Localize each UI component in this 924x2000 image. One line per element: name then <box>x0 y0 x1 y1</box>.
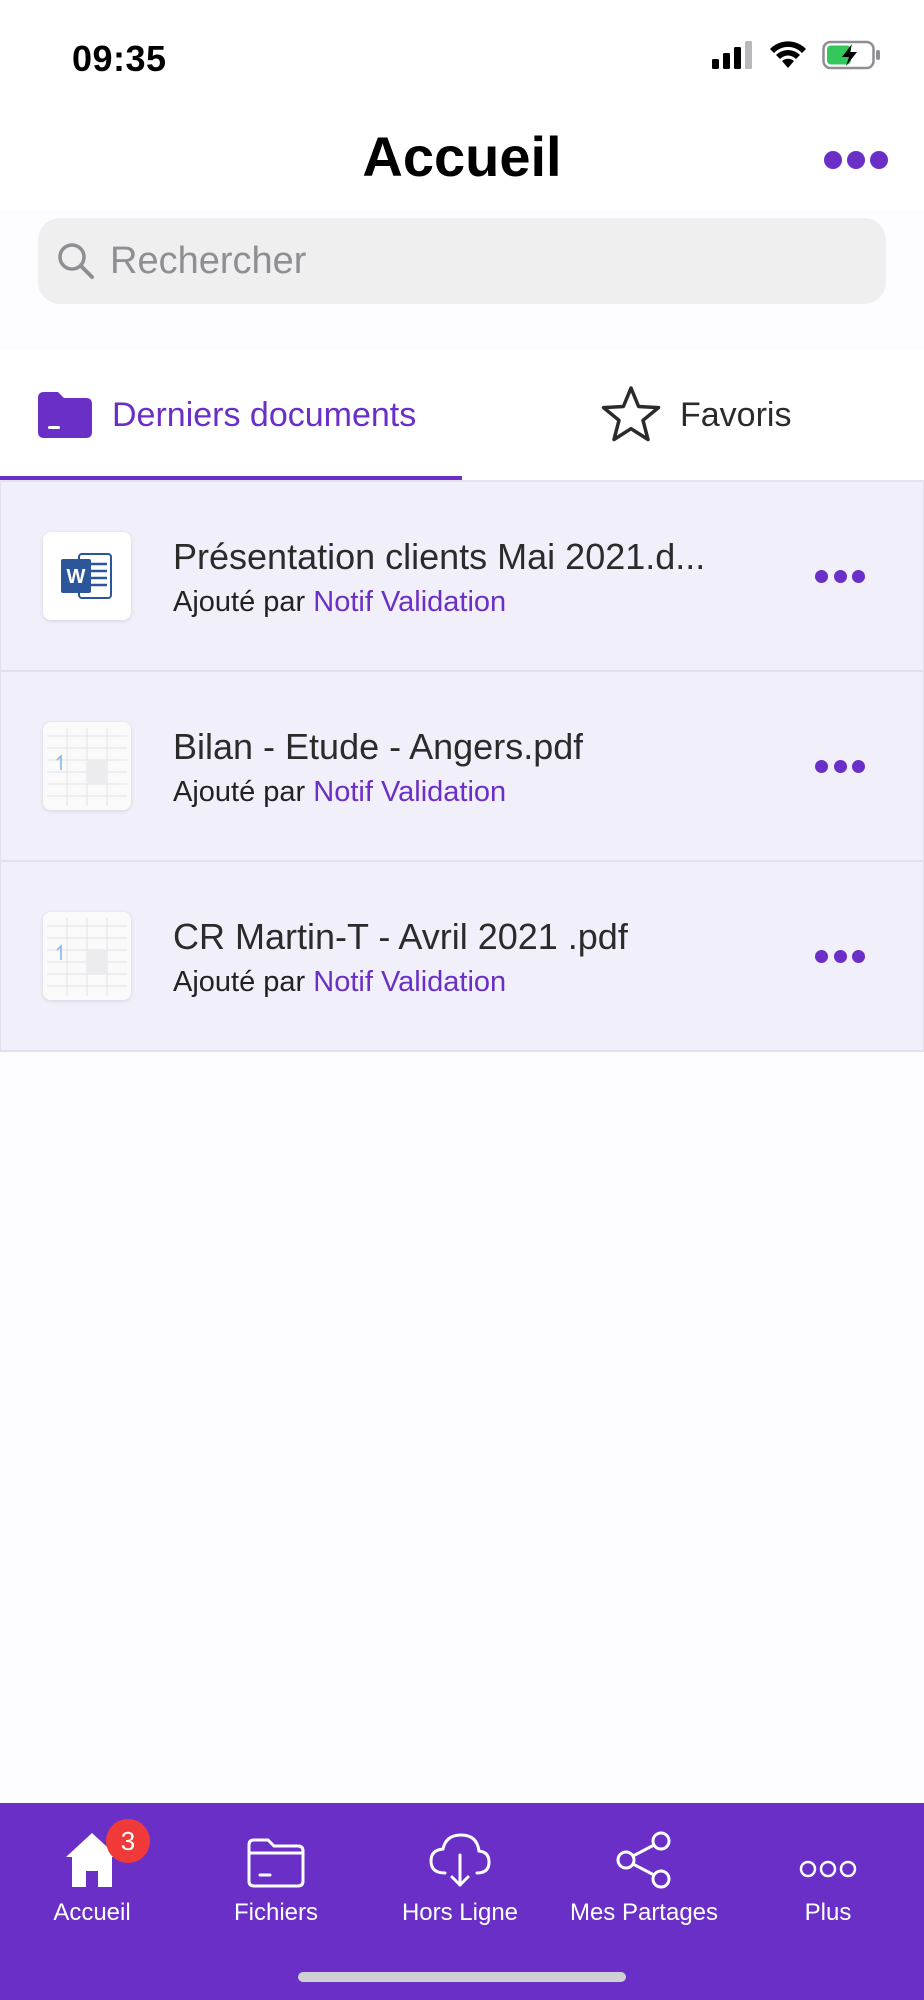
nav-item-accueil[interactable]: 3 Accueil <box>0 1819 184 1931</box>
document-title: CR Martin-T - Avril 2021 .pdf <box>173 916 628 957</box>
added-by-label: Ajouté par <box>173 776 306 808</box>
battery-charging-icon <box>822 40 880 70</box>
document-subtitle: Ajouté par Notif Validation <box>173 776 506 809</box>
search-icon <box>58 243 94 279</box>
wifi-icon <box>770 41 806 68</box>
page-title: Accueil <box>362 125 562 188</box>
search-bar[interactable] <box>38 218 886 304</box>
ellipsis-icon <box>815 569 828 583</box>
nav-item-plus[interactable]: Plus <box>736 1821 920 1931</box>
cloud-download-icon <box>429 1833 491 1887</box>
more-circles-icon <box>799 1860 857 1878</box>
document-more-button[interactable] <box>815 946 865 966</box>
nav-label: Hors Ligne <box>401 1899 519 1926</box>
nav-item-mes-partages[interactable]: Mes Partages <box>552 1821 736 1931</box>
document-more-button[interactable] <box>815 756 865 776</box>
folder-icon <box>38 392 92 438</box>
cellular-signal-icon <box>712 41 752 69</box>
pdf-thumbnail <box>43 722 131 810</box>
home-indicator <box>298 1972 626 1982</box>
star-icon <box>601 386 661 442</box>
tab-favorites-label: Favoris <box>680 395 792 434</box>
pdf-preview-icon <box>43 722 131 810</box>
svg-text:W: W <box>67 566 86 588</box>
status-time: 09:35 <box>72 38 167 79</box>
header: Accueil <box>0 110 924 210</box>
notification-badge: 3 <box>106 1819 150 1863</box>
share-icon <box>616 1831 671 1889</box>
ellipsis-icon <box>815 949 828 963</box>
document-row[interactable]: CR Martin-T - Avril 2021 .pdf Ajouté par… <box>0 862 924 1052</box>
pdf-preview-icon <box>43 912 131 1000</box>
status-icons <box>712 40 882 70</box>
ellipsis-icon <box>824 151 842 169</box>
nav-label: Mes Partages <box>569 1899 719 1926</box>
document-list: W Présentation clients Mai 2021.d... Ajo… <box>0 482 924 1052</box>
ellipsis-icon <box>815 759 828 773</box>
document-subtitle: Ajouté par Notif Validation <box>173 586 506 619</box>
document-title: Présentation clients Mai 2021.d... <box>173 536 706 577</box>
word-icon: W <box>61 553 112 599</box>
pdf-thumbnail <box>43 912 131 1000</box>
nav-item-fichiers[interactable]: Fichiers <box>184 1821 368 1931</box>
search-input[interactable] <box>110 239 850 283</box>
added-by-label: Ajouté par <box>173 966 306 998</box>
tab-recent-documents-label: Derniers documents <box>112 395 417 434</box>
document-author[interactable]: Notif Validation <box>313 776 506 808</box>
document-title: Bilan - Etude - Angers.pdf <box>173 726 584 767</box>
folder-outline-icon <box>247 1838 305 1888</box>
tab-favorites[interactable]: Favoris <box>600 350 791 480</box>
bottom-navigation: 3 Accueil Fichiers Hors Ligne Mes Partag… <box>0 1803 924 2000</box>
header-more-button[interactable] <box>824 146 888 174</box>
status-bar: 09:35 <box>0 0 924 110</box>
word-document-thumbnail: W <box>43 532 131 620</box>
document-author[interactable]: Notif Validation <box>313 586 506 618</box>
nav-item-hors-ligne[interactable]: Hors Ligne <box>368 1821 552 1931</box>
tab-bar: Derniers documents Favoris <box>0 350 924 482</box>
tab-recent-documents[interactable]: Derniers documents <box>36 350 416 480</box>
nav-label: Fichiers <box>233 1899 318 1926</box>
document-author[interactable]: Notif Validation <box>313 966 506 998</box>
nav-label: Accueil <box>53 1899 131 1926</box>
document-more-button[interactable] <box>815 566 865 586</box>
document-row[interactable]: Bilan - Etude - Angers.pdf Ajouté par No… <box>0 672 924 862</box>
document-row[interactable]: W Présentation clients Mai 2021.d... Ajo… <box>0 482 924 672</box>
document-subtitle: Ajouté par Notif Validation <box>173 966 506 999</box>
added-by-label: Ajouté par <box>173 586 306 618</box>
nav-label: Plus <box>804 1899 852 1926</box>
